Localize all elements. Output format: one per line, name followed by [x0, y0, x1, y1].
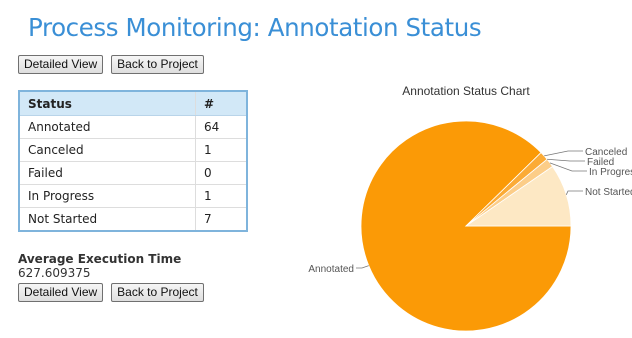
table-row: Not Started 7 [19, 207, 247, 232]
pie-label-annotated: Annotated [308, 264, 354, 275]
count-column-header: # [195, 91, 247, 116]
bottom-actions: Detailed View Back to Project [18, 283, 204, 302]
chart-title: Annotation Status Chart [402, 84, 530, 98]
pie-slices [360, 120, 572, 332]
average-execution-value: 627.609375 [18, 266, 91, 280]
count-cell: 64 [195, 115, 247, 139]
table-row: Annotated 64 [19, 115, 247, 139]
status-cell: Canceled [19, 138, 196, 162]
status-cell: Failed [19, 161, 196, 185]
top-actions: Detailed View Back to Project [18, 55, 204, 74]
page-title: Process Monitoring: Annotation Status [28, 13, 482, 42]
status-cell: Not Started [19, 207, 196, 232]
status-cell: Annotated [19, 115, 196, 139]
back-to-project-button[interactable]: Back to Project [111, 55, 204, 74]
pie-leader-line [565, 190, 583, 196]
table-row: In Progress 1 [19, 184, 247, 208]
pie-leader-line [549, 162, 587, 172]
status-column-header: Status [19, 91, 196, 116]
count-cell: 1 [195, 138, 247, 162]
detailed-view-button[interactable]: Detailed View [18, 283, 104, 302]
table-row: Failed 0 [19, 161, 247, 185]
count-cell: 1 [195, 184, 247, 208]
status-table: Status # Annotated 64 Canceled 1 Failed … [18, 90, 248, 232]
count-cell: 7 [195, 207, 247, 232]
detailed-view-button[interactable]: Detailed View [18, 55, 104, 74]
table-header-row: Status # [19, 91, 247, 116]
pie-leader-line [544, 150, 583, 157]
count-cell: 0 [195, 161, 247, 185]
pie-leader-line [356, 265, 369, 269]
pie-leader-line [547, 158, 585, 162]
back-to-project-button[interactable]: Back to Project [111, 283, 204, 302]
pie-label-not-started: Not Started [585, 187, 632, 198]
status-cell: In Progress [19, 184, 196, 208]
table-row: Canceled 1 [19, 138, 247, 162]
annotation-status-chart: Annotation Status Chart AnnotatedCancele… [308, 84, 632, 332]
average-execution-label: Average Execution Time [18, 252, 182, 266]
pie-label-in-progress: In Progress [589, 167, 632, 178]
